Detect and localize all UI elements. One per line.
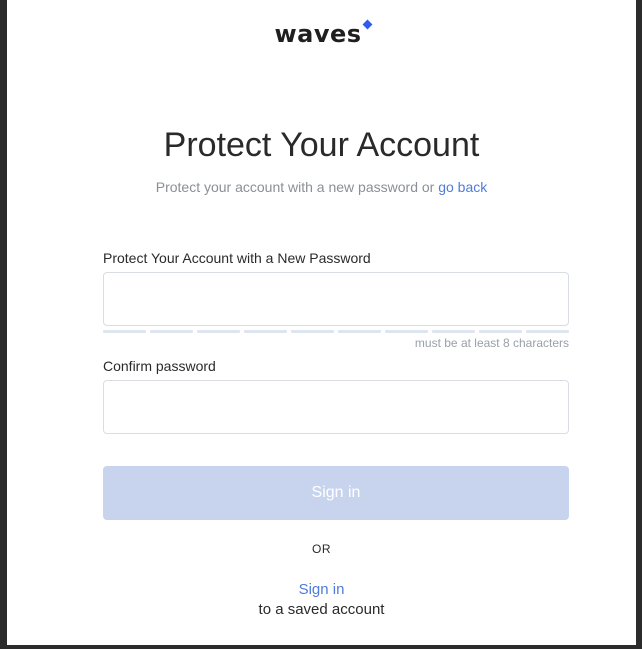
subtitle-text: Protect your account with a new password… bbox=[155, 179, 435, 195]
strength-segment bbox=[103, 330, 146, 333]
strength-segment bbox=[526, 330, 569, 333]
strength-segment bbox=[338, 330, 381, 333]
sign-in-saved-link-row: Sign in bbox=[7, 581, 636, 598]
page-title: Protect Your Account bbox=[163, 126, 480, 164]
sign-in-button[interactable]: Sign in bbox=[103, 466, 569, 520]
strength-segment bbox=[479, 330, 522, 333]
strength-segment bbox=[385, 330, 428, 333]
strength-segment bbox=[150, 330, 193, 333]
new-password-input[interactable] bbox=[103, 272, 569, 326]
go-back-link[interactable]: go back bbox=[438, 179, 487, 195]
strength-segment bbox=[197, 330, 240, 333]
saved-account-text: to a saved account bbox=[258, 601, 385, 618]
password-strength-meter bbox=[103, 330, 569, 333]
strength-segment bbox=[432, 330, 475, 333]
subtitle: Protect your account with a new password… bbox=[7, 179, 636, 195]
diamond-icon bbox=[362, 19, 372, 30]
waves-logo: waves bbox=[7, 19, 636, 48]
or-divider: OR bbox=[312, 542, 331, 556]
strength-segment bbox=[291, 330, 334, 333]
sign-in-saved-link[interactable]: Sign in bbox=[299, 581, 345, 598]
logo-text: waves bbox=[274, 20, 362, 48]
strength-segment bbox=[244, 330, 287, 333]
page-frame: waves Protect Your Account Protect your … bbox=[7, 0, 636, 645]
password-hint: must be at least 8 characters bbox=[414, 336, 569, 350]
confirm-password-input[interactable] bbox=[103, 380, 569, 434]
new-password-label: Protect Your Account with a New Password bbox=[103, 250, 371, 266]
confirm-password-label: Confirm password bbox=[103, 358, 216, 374]
